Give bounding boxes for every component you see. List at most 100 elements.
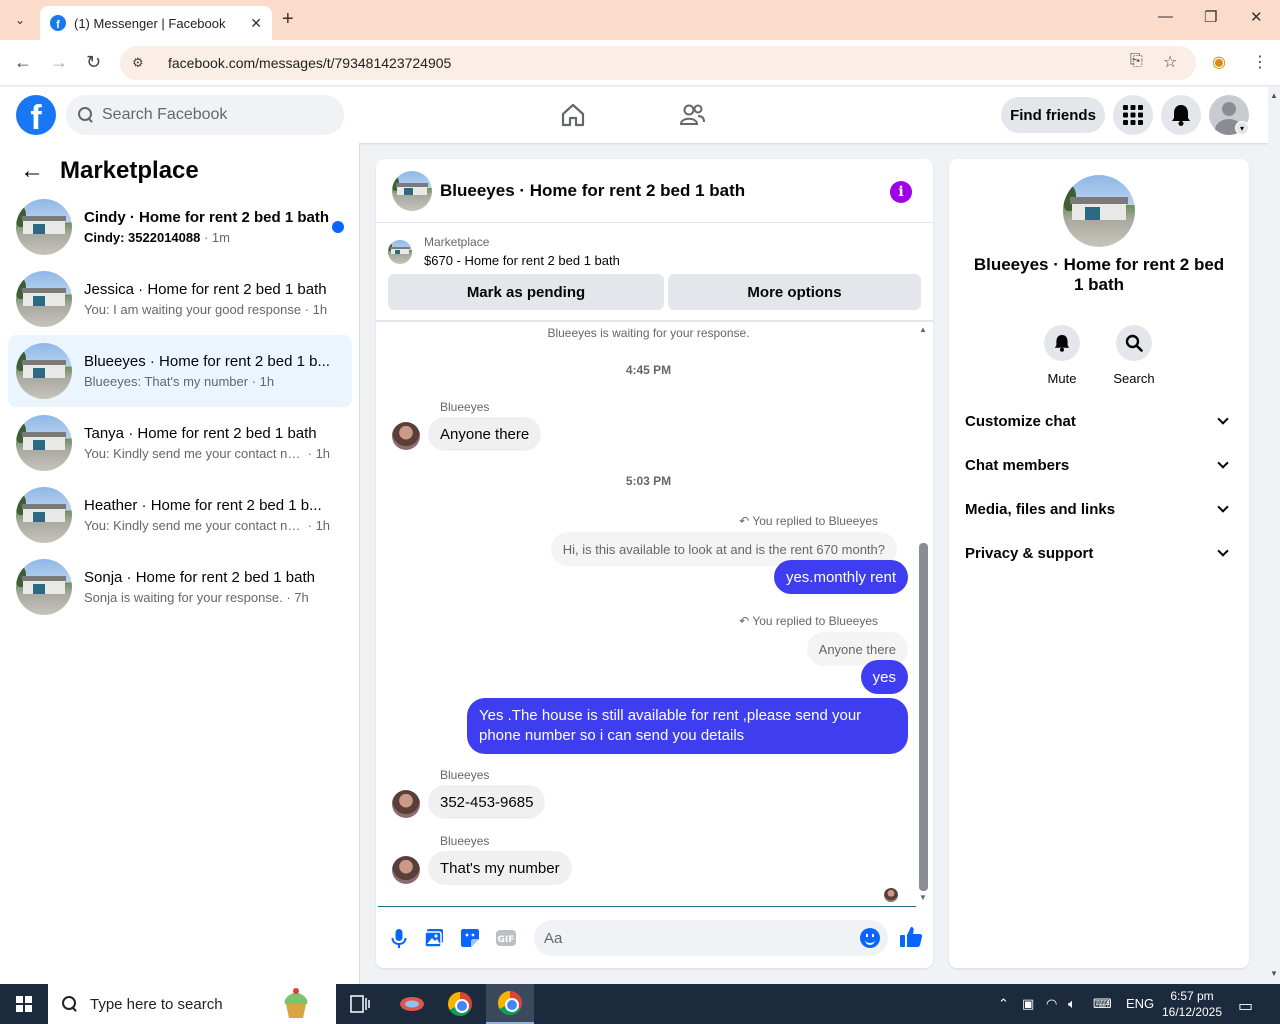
conversation-name: Sonja · Home for rent 2 bed 1 bath — [84, 569, 315, 586]
conversation-item[interactable]: Cindy · Home for rent 2 bed 1 bath Cindy… — [8, 191, 352, 263]
sender-avatar — [392, 422, 420, 450]
install-app-icon[interactable]: ⎘ — [1130, 52, 1143, 70]
marketplace-title: Marketplace — [60, 157, 199, 184]
message-input[interactable] — [544, 929, 844, 947]
mute-action[interactable]: Mute — [1032, 325, 1092, 386]
volume-icon[interactable]: 🔈︎ — [1068, 996, 1076, 1012]
language-indicator[interactable]: ENG — [1126, 996, 1154, 1011]
mute-button[interactable] — [1044, 325, 1080, 361]
scroll-up-icon[interactable]: ▲ — [919, 325, 927, 334]
find-friends-button[interactable]: Find friends — [1001, 97, 1105, 133]
conversation-preview: Cindy: 3522014088 — [84, 230, 201, 245]
notifications-button[interactable] — [1161, 95, 1201, 135]
grid-icon — [1123, 105, 1143, 125]
info-title: Blueeyes · Home for rent 2 bed 1 bath — [973, 255, 1225, 294]
tray-chevron-icon[interactable]: ⌃ — [998, 996, 1009, 1012]
browser-tab-bar: ⌄ f (1) Messenger | Facebook ✕ + — ❐ ✕ — [0, 0, 1280, 40]
listing-card[interactable]: Marketplace $670 - Home for rent 2 bed 1… — [388, 235, 620, 268]
thumbs-up-icon[interactable] — [899, 925, 923, 949]
conversation-item[interactable]: Sonja · Home for rent 2 bed 1 bath Sonja… — [8, 551, 352, 623]
mark-as-pending-button[interactable]: Mark as pending — [388, 274, 664, 310]
snipping-tool-icon[interactable] — [388, 984, 436, 1024]
conversation-time: 7h — [294, 590, 309, 605]
conversation-time: 1m — [211, 230, 230, 245]
scroll-up-icon[interactable]: ▲ — [1270, 91, 1278, 100]
chevron-down-icon — [1217, 457, 1229, 469]
browser-tab-messenger[interactable]: f (1) Messenger | Facebook ✕ — [40, 6, 272, 40]
chat-members-section[interactable]: Chat members — [965, 453, 1233, 477]
message-input-box[interactable] — [534, 920, 888, 956]
more-options-button[interactable]: More options — [668, 274, 921, 310]
scroll-down-icon[interactable]: ▼ — [919, 893, 927, 902]
windows-start-icon[interactable] — [16, 996, 32, 1012]
back-icon[interactable]: ← — [14, 52, 32, 73]
conversation-name: Cindy · Home for rent 2 bed 1 bath — [84, 209, 330, 226]
customize-chat-section[interactable]: Customize chat — [965, 409, 1233, 433]
message-bubble-outgoing[interactable]: Yes .The house is still available for re… — [467, 698, 908, 754]
tab-close-icon[interactable]: ✕ — [250, 15, 262, 32]
listing-thumbnail — [16, 559, 72, 615]
emoji-icon[interactable] — [860, 928, 880, 948]
chat-info-panel: Blueeyes · Home for rent 2 bed 1 bath Mu… — [949, 159, 1249, 968]
conversation-time: 1h — [259, 374, 275, 389]
back-arrow-icon[interactable]: ← — [20, 157, 44, 185]
sender-name: Blueeyes — [440, 768, 490, 782]
conversation-item[interactable]: Tanya · Home for rent 2 bed 1 bath You: … — [8, 407, 352, 479]
chrome-app-icon[interactable] — [436, 984, 484, 1024]
conversation-item-active[interactable]: Blueeyes · Home for rent 2 bed 1 b... Bl… — [8, 335, 352, 407]
facebook-search-input[interactable] — [102, 106, 322, 124]
clock-time: 6:57 pm — [1170, 989, 1214, 1003]
chrome-app-active-icon[interactable] — [486, 984, 534, 1024]
media-files-links-section[interactable]: Media, files and links — [965, 497, 1233, 521]
microphone-icon[interactable] — [388, 927, 410, 949]
address-bar[interactable]: ⚙ facebook.com/messages/t/79348142372490… — [120, 46, 1196, 80]
network-icon[interactable]: ◠ — [1046, 996, 1057, 1012]
photo-icon[interactable] — [423, 927, 445, 949]
search-in-chat-button[interactable] — [1116, 325, 1152, 361]
search-action[interactable]: Search — [1104, 325, 1164, 386]
keyboard-icon[interactable]: ⌨ — [1093, 996, 1112, 1012]
site-info-icon[interactable]: ⚙ — [132, 55, 150, 71]
forward-icon[interactable]: → — [50, 52, 68, 73]
message-bubble-outgoing[interactable]: yes.monthly rent — [773, 560, 908, 594]
menu-grid-button[interactable] — [1113, 95, 1153, 135]
page-scrollbar[interactable]: ▲ ▼ — [1268, 87, 1280, 984]
message-thread[interactable]: Blueeyes is waiting for your response. 4… — [376, 322, 921, 906]
chat-scrollbar[interactable] — [919, 543, 928, 891]
privacy-support-section[interactable]: Privacy & support — [965, 541, 1233, 565]
facebook-logo-icon[interactable]: f — [16, 95, 56, 135]
chat-header[interactable]: Blueeyes · Home for rent 2 bed 1 bath — [376, 159, 933, 223]
facebook-search-box[interactable] — [66, 95, 344, 135]
tab-search-chevron-icon[interactable]: ⌄ — [8, 8, 32, 32]
new-tab-icon[interactable]: + — [282, 8, 294, 31]
message-bubble-incoming[interactable]: That's my number — [428, 851, 572, 885]
conversation-name: Tanya · Home for rent 2 bed 1 bath — [84, 425, 317, 442]
minimize-icon[interactable]: — — [1158, 8, 1173, 25]
home-icon[interactable] — [559, 101, 587, 129]
gif-icon[interactable]: GIF — [495, 927, 517, 949]
message-bubble-incoming[interactable]: 352-453-9685 — [428, 785, 546, 819]
sticker-icon[interactable] — [459, 927, 481, 949]
info-icon[interactable]: i — [890, 181, 912, 203]
scroll-down-icon[interactable]: ▼ — [1270, 969, 1278, 978]
chevron-down-icon — [1217, 501, 1229, 513]
conversation-item[interactable]: Heather · Home for rent 2 bed 1 b... You… — [8, 479, 352, 551]
profile-icon[interactable]: ◉ — [1212, 52, 1226, 72]
friends-icon[interactable] — [678, 101, 706, 129]
conversation-preview: Sonja is waiting for your response. — [84, 590, 283, 605]
conversation-name: Jessica · Home for rent 2 bed 1 bath — [84, 281, 327, 298]
bookmark-star-icon[interactable]: ☆ — [1163, 52, 1177, 72]
message-bubble-incoming[interactable]: Anyone there — [428, 417, 542, 451]
conversation-item[interactable]: Jessica · Home for rent 2 bed 1 bath You… — [8, 263, 352, 335]
notifications-center-icon[interactable]: ▭ — [1238, 996, 1253, 1016]
task-view-icon[interactable] — [336, 984, 384, 1024]
message-bubble-outgoing[interactable]: yes — [860, 660, 908, 694]
taskbar-clock[interactable]: 6:57 pm 16/12/2025 — [1160, 988, 1224, 1020]
facebook-favicon-icon: f — [50, 15, 66, 31]
browser-menu-icon[interactable]: ⋮ — [1252, 52, 1268, 72]
restore-icon[interactable]: ❐ — [1204, 8, 1217, 26]
reload-icon[interactable]: ↻ — [86, 52, 101, 73]
meet-now-icon[interactable]: ▣ — [1022, 996, 1034, 1012]
window-close-icon[interactable]: ✕ — [1250, 8, 1263, 26]
account-chevron-icon[interactable]: ▾ — [1235, 121, 1249, 135]
